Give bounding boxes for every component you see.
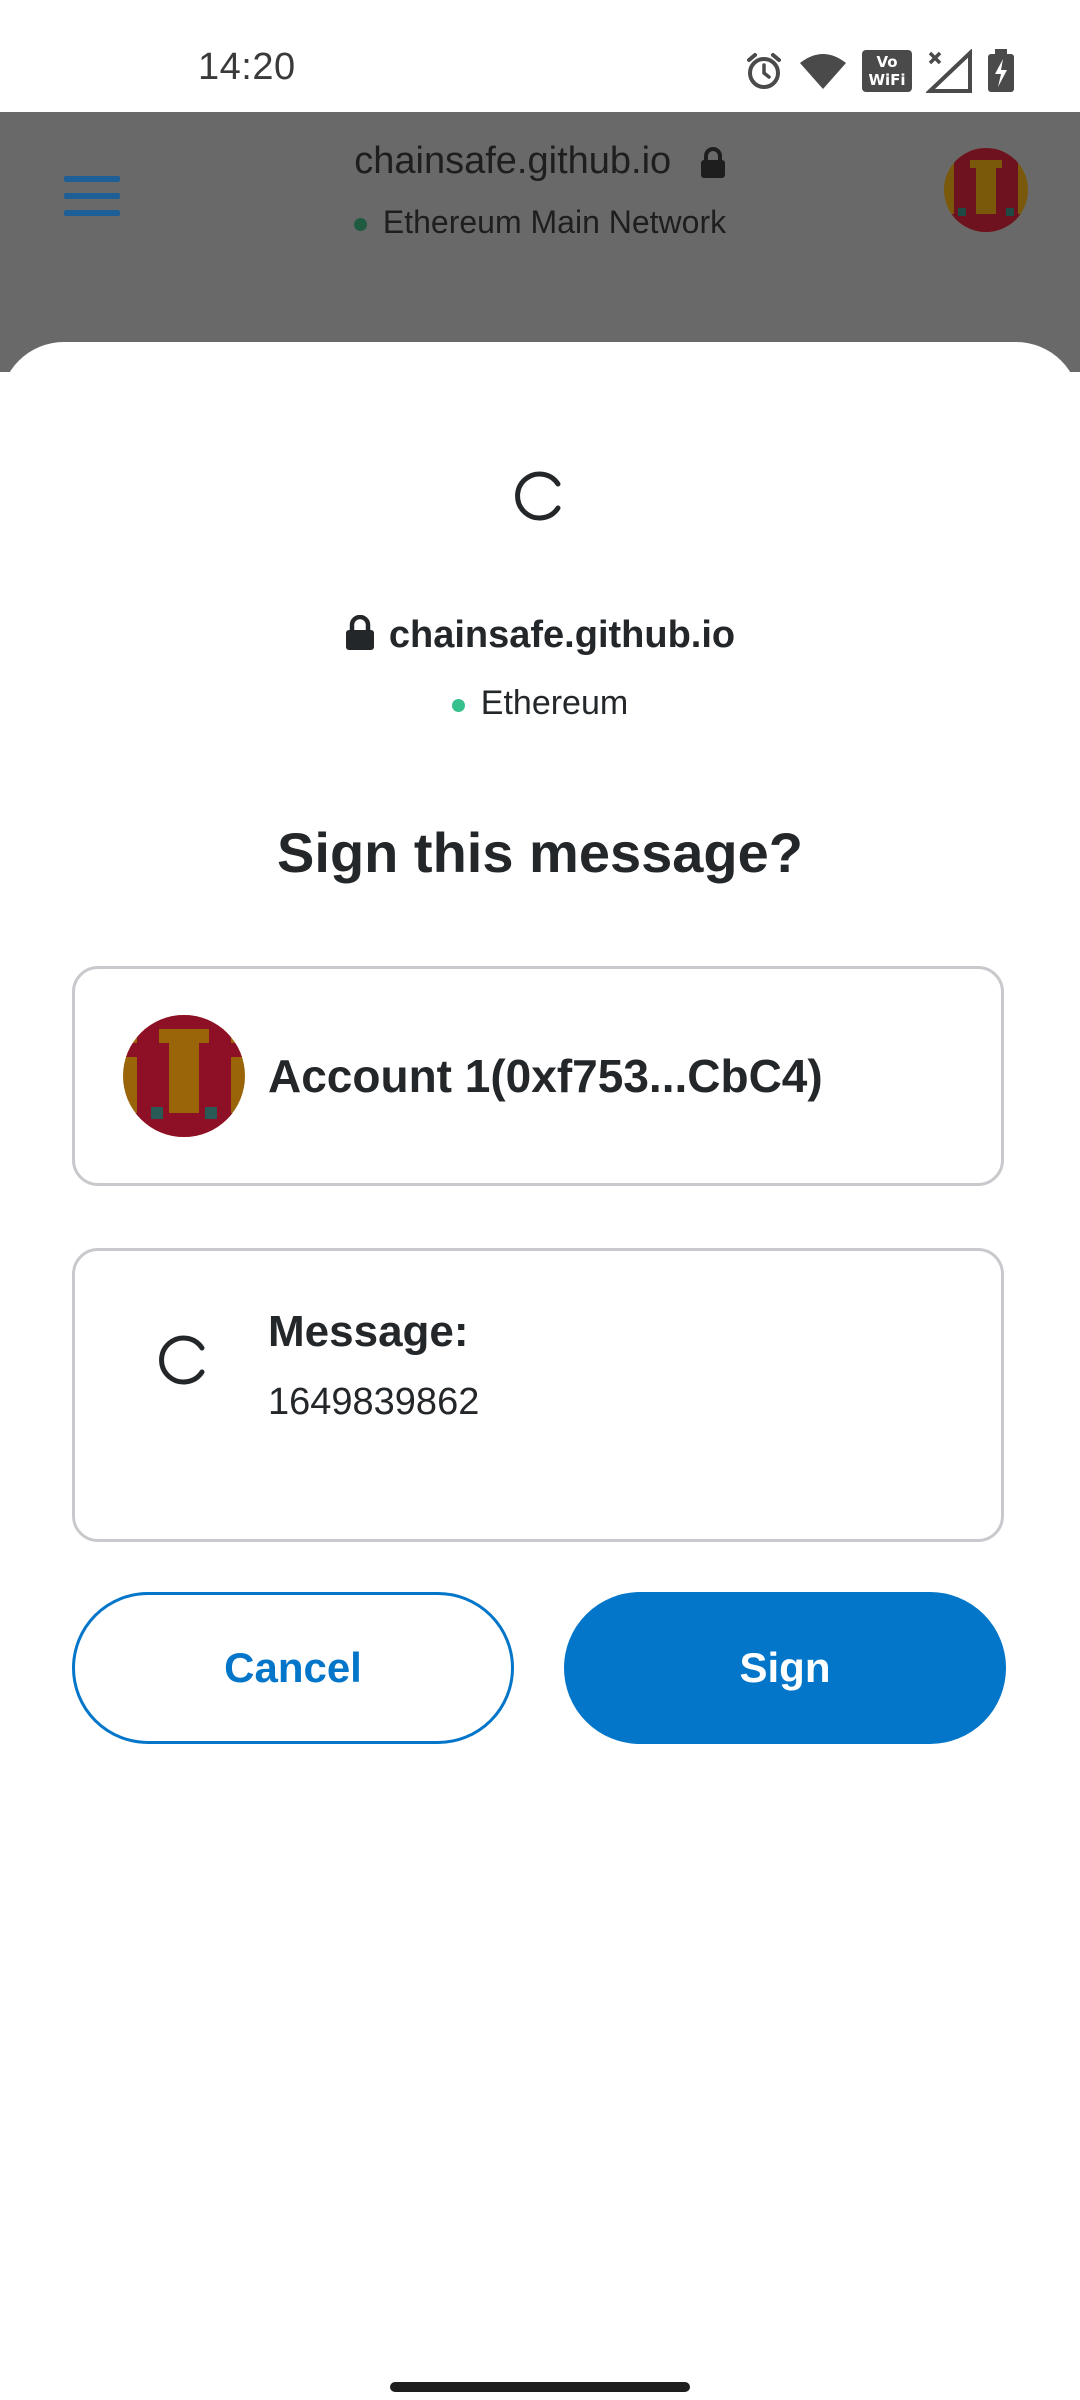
account-avatar (123, 1015, 245, 1137)
status-bar: 14:20 Vo WiFi (0, 0, 1080, 112)
lock-icon (700, 146, 725, 178)
dialog-network-label: Ethereum (480, 684, 629, 722)
account-label: Account 1(0xf753...CbC4) (268, 1050, 823, 1102)
lock-icon (345, 615, 374, 650)
dialog-title: Sign this message? (277, 821, 803, 884)
battery-charging-icon (988, 49, 1014, 92)
browser-network-label: Ethereum Main Network (382, 204, 727, 240)
browser-url: chainsafe.github.io (354, 140, 672, 182)
sign-button[interactable]: Sign (564, 1592, 1006, 1744)
message-label: Message: (268, 1307, 469, 1356)
message-value: 1649839862 (268, 1381, 480, 1423)
site-origin-label: chainsafe.github.io (388, 614, 736, 656)
message-card[interactable]: Message: 1649839862 (72, 1248, 1004, 1542)
volte-label: Vo (876, 53, 898, 71)
volte-wifi-icon: Vo WiFi (862, 50, 912, 92)
wifi-icon (800, 54, 846, 89)
loading-spinner-icon (159, 1335, 205, 1385)
signature-request-sheet: chainsafe.github.io Ethereum Sign this m… (0, 342, 1080, 2400)
home-indicator[interactable] (390, 2382, 690, 2392)
network-status-dot (451, 698, 465, 712)
status-time: 14:20 (198, 46, 296, 88)
header-account-avatar[interactable] (944, 148, 1028, 232)
signal-icon (926, 49, 972, 93)
status-icons: Vo WiFi (744, 48, 1016, 94)
loading-spinner-icon (515, 471, 561, 521)
browser-network: Ethereum Main Network (0, 204, 1080, 241)
dialog-network: Ethereum (0, 684, 1080, 723)
site-origin: chainsafe.github.io (0, 614, 1080, 657)
cancel-button[interactable]: Cancel (72, 1592, 514, 1744)
account-card: Account 1(0xf753...CbC4) (72, 966, 1004, 1186)
network-status-dot (353, 218, 367, 232)
alarm-icon (747, 53, 781, 89)
browser-title: chainsafe.github.io (0, 140, 1080, 183)
wifi-label: WiFi (868, 71, 906, 89)
